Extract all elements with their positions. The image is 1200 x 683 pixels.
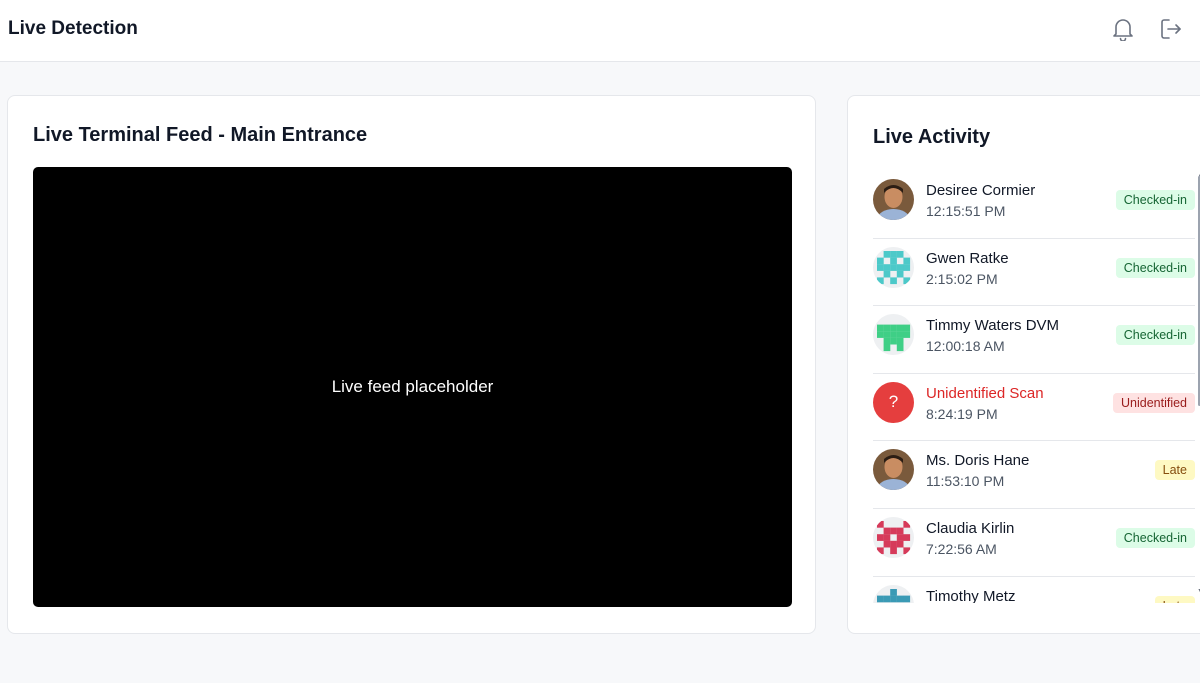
activity-item[interactable]: Desiree Cormier 12:15:51 PM Checked-in — [873, 171, 1195, 239]
status-badge: Checked-in — [1115, 527, 1195, 548]
activity-item[interactable]: Ms. Doris Hane 11:53:10 PM Late — [873, 441, 1195, 509]
activity-name: Unidentified Scan — [926, 384, 1044, 402]
status-badge: Checked-in — [1115, 257, 1195, 278]
activity-name: Gwen Ratke — [926, 249, 1009, 267]
live-feed-video[interactable]: Live feed placeholder — [33, 167, 792, 607]
status-badge: Unidentified — [1112, 392, 1195, 413]
activity-name: Ms. Doris Hane — [926, 452, 1030, 470]
activity-name: Claudia Kirlin — [926, 519, 1015, 537]
activity-name: Timothy Metz — [926, 587, 1016, 603]
feed-placeholder-text: Live feed placeholder — [331, 377, 494, 396]
page-title: Live Detection — [8, 18, 138, 39]
status-badge: Late — [1154, 460, 1195, 481]
logout-icon — [1161, 19, 1181, 39]
activity-item[interactable]: Timmy Waters DVM 12:00:18 AM Checked-in — [873, 306, 1195, 374]
activity-time: 8:24:19 PM — [926, 405, 998, 422]
activity-title: Live Activity — [873, 126, 991, 148]
logout-button[interactable] — [1158, 16, 1184, 42]
activity-name: Timmy Waters DVM — [926, 317, 1060, 335]
feed-title: Live Terminal Feed - Main Entrance — [33, 124, 368, 146]
activity-name: Desiree Cormier — [926, 182, 1036, 199]
top-bar: Live Detection — [0, 0, 1200, 62]
activity-time: 12:15:51 PM — [926, 203, 1006, 219]
activity-time: 2:15:02 PM — [926, 270, 998, 287]
activity-list[interactable]: Desiree Cormier 12:15:51 PM Checked-in Gwen… — [873, 171, 1195, 603]
avatar — [873, 516, 914, 558]
bell-icon — [1113, 19, 1133, 41]
activity-time: 11:53:10 PM — [926, 473, 1005, 490]
notifications-button[interactable] — [1110, 16, 1136, 42]
activity-item[interactable]: Claudia Kirlin 7:22:56 AM Checked-in — [873, 509, 1195, 577]
avatar — [873, 584, 914, 603]
avatar — [873, 449, 914, 491]
activity-item[interactable]: Timothy Metz Late — [873, 577, 1195, 603]
status-badge: Late — [1154, 595, 1195, 603]
avatar — [873, 179, 914, 220]
activity-item[interactable]: Gwen Ratke 2:15:02 PM Checked-in — [873, 239, 1195, 307]
avatar: ? — [873, 381, 914, 423]
activity-time: 12:00:18 AM — [926, 338, 1005, 355]
activity-time: 7:22:56 AM — [926, 540, 997, 557]
activity-item[interactable]: ? Unidentified Scan 8:24:19 PM Unidentified — [873, 374, 1195, 442]
live-feed-card: Live Terminal Feed - Main Entrance Live … — [7, 95, 816, 634]
question-mark-icon: ? — [888, 392, 899, 412]
status-badge: Checked-in — [1115, 325, 1195, 346]
status-badge: Checked-in — [1115, 190, 1195, 210]
avatar — [873, 246, 914, 288]
live-activity-card: Live Activity Desiree Cormier 12:15:51 PM… — [847, 95, 1200, 634]
avatar — [873, 314, 914, 356]
